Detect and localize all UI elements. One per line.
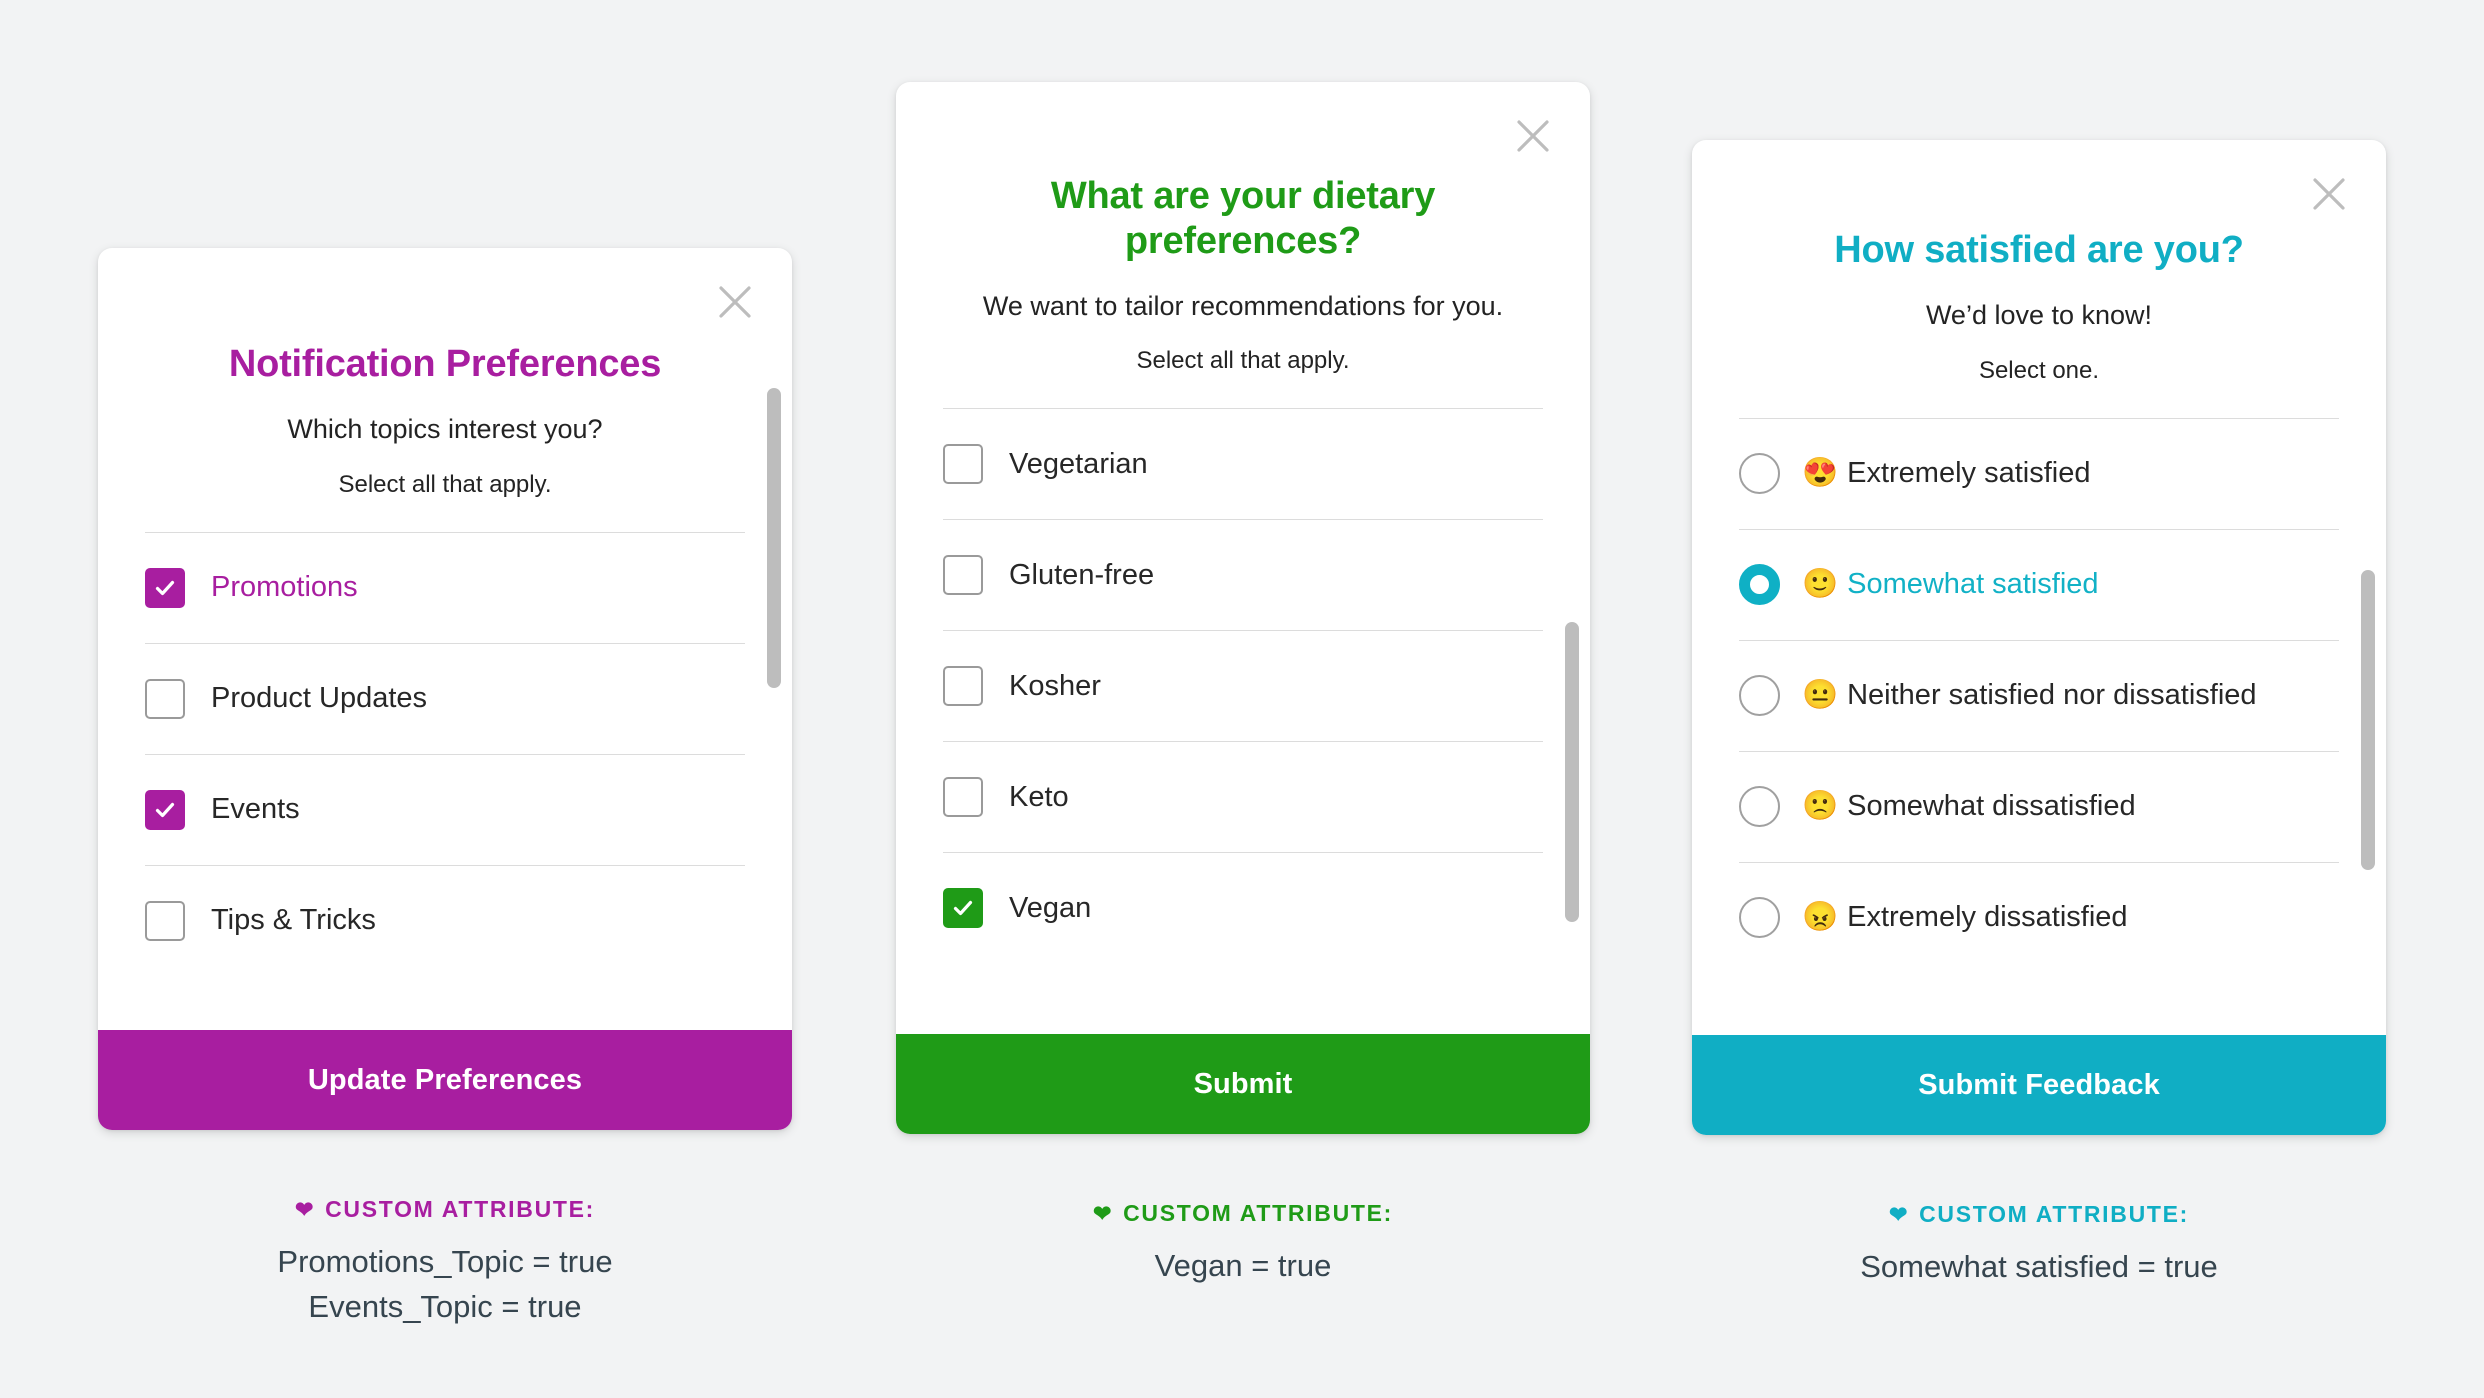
custom-attribute-heading: ❤ CUSTOM ATTRIBUTE: [896,1200,1590,1227]
list-item[interactable]: 🙂 Somewhat satisfied [1739,528,2339,640]
option-label: Promotions [211,571,358,604]
card-subtitle: We want to tailor recommendations for yo… [982,290,1504,321]
page-title: What are your dietary preferences? [1050,175,1436,262]
checkbox-checked-icon[interactable] [943,888,983,929]
checkbox-unchecked-icon[interactable] [145,900,185,941]
option-label: Events [211,793,300,826]
heart-icon: ❤ [294,1196,316,1222]
option-label: Tips & Tricks [211,904,376,937]
custom-attribute-value: Vegan = true [1154,1248,1332,1283]
scrollbar-thumb[interactable] [767,388,781,688]
option-label: Gluten-free [1009,558,1155,591]
checkbox-checked-icon[interactable] [145,789,185,830]
card-body: Notification Preferences Which topics in… [98,248,792,1030]
slightly-smiling-face-emoji: 🙂 [1802,568,1839,601]
card-subtitle: We’d love to know! [1925,299,2153,330]
custom-attribute-value: Promotions_Topic = true [277,1244,613,1279]
submit-button[interactable]: Submit [896,1034,1590,1134]
list-item[interactable]: Vegetarian [943,408,1543,519]
option-label: Somewhat dissatisfied [1847,790,2136,823]
custom-attribute-value: Events_Topic = true [308,1288,582,1324]
option-label: Keto [1009,780,1069,813]
list-item[interactable]: 🙁 Somewhat dissatisfied [1739,750,2339,862]
list-item[interactable]: 😍 Extremely satisfied [1739,417,2339,529]
close-icon[interactable] [2305,170,2353,218]
slightly-frowning-face-emoji: 🙁 [1802,790,1839,823]
list-item[interactable]: 😐 Neither satisfied nor dissatisfied [1739,639,2339,751]
list-item[interactable]: Events [145,753,745,865]
list-item[interactable]: 😠 Extremely dissatisfied [1739,861,2339,973]
list-item[interactable]: Gluten-free [943,519,1543,630]
list-item[interactable]: Kosher [943,630,1543,741]
option-label: Vegan [1009,891,1092,924]
custom-attribute-caption: ❤ CUSTOM ATTRIBUTE: Vegan = true [896,1200,1590,1287]
list-item[interactable]: Keto [943,741,1543,852]
neutral-face-emoji: 😐 [1802,679,1839,712]
custom-attribute-heading: ❤ CUSTOM ATTRIBUTE: [1692,1201,2386,1228]
page-canvas: Notification Preferences Which topics in… [0,0,2484,1398]
scrollbar-thumb[interactable] [2361,570,2375,870]
satisfaction-survey-card: How satisfied are you? We’d love to know… [1692,140,2386,1135]
custom-attribute-value: Somewhat satisfied = true [1860,1249,2218,1284]
radio-unselected-icon[interactable] [1739,786,1780,828]
custom-attribute-heading-label: CUSTOM ATTRIBUTE: [325,1196,596,1222]
close-icon[interactable] [711,278,759,326]
option-label: Neither satisfied nor dissatisfied [1847,679,2257,712]
radio-unselected-icon[interactable] [1739,897,1780,939]
custom-attribute-heading-label: CUSTOM ATTRIBUTE: [1919,1201,2190,1227]
list-item[interactable]: Tips & Tricks [145,864,745,976]
radio-unselected-icon[interactable] [1739,675,1780,717]
smiling-face-with-hearts-emoji: 😍 [1802,457,1839,490]
card-body: How satisfied are you? We’d love to know… [1692,140,2386,1035]
page-title: How satisfied are you? [1834,229,2244,271]
close-icon[interactable] [1509,112,1557,160]
scrollbar-thumb[interactable] [1565,622,1579,922]
checkbox-option-list: Vegetarian Gluten-free Kosher Keto Vegan [943,408,1543,963]
submit-feedback-button[interactable]: Submit Feedback [1692,1035,2386,1135]
custom-attribute-caption: ❤ CUSTOM ATTRIBUTE: Promotions_Topic = t… [98,1196,792,1328]
card-hint: Select all that apply. [1136,347,1350,375]
card-column-dietary-preferences: What are your dietary preferences? We wa… [896,82,1590,1287]
custom-attribute-heading-label: CUSTOM ATTRIBUTE: [1123,1200,1394,1226]
card-column-satisfaction-survey: How satisfied are you? We’d love to know… [1692,140,2386,1288]
option-label: Extremely satisfied [1847,457,2091,490]
list-item[interactable]: Promotions [145,531,745,643]
option-label: Somewhat satisfied [1847,568,2099,601]
angry-face-emoji: 😠 [1802,901,1839,934]
checkbox-unchecked-icon[interactable] [943,444,983,485]
radio-option-list: 😍 Extremely satisfied 🙂 Somewhat satisfi… [1739,417,2339,973]
option-label: Vegetarian [1009,447,1148,480]
checkbox-unchecked-icon[interactable] [943,666,983,707]
option-label: Product Updates [211,682,428,715]
checkbox-unchecked-icon[interactable] [145,678,185,719]
list-item[interactable]: Product Updates [145,642,745,754]
update-preferences-button[interactable]: Update Preferences [98,1030,792,1130]
radio-selected-icon[interactable] [1739,564,1780,606]
checkbox-unchecked-icon[interactable] [943,777,983,818]
dietary-preferences-card: What are your dietary preferences? We wa… [896,82,1590,1134]
heart-icon: ❤ [1092,1200,1114,1226]
card-hint: Select all that apply. [338,470,552,498]
list-item[interactable]: Vegan [943,852,1543,963]
custom-attribute-caption: ❤ CUSTOM ATTRIBUTE: Somewhat satisfied =… [1692,1201,2386,1288]
checkbox-option-list: Promotions Product Updates Events Tips &… [145,531,745,976]
card-subtitle: Which topics interest you? [287,413,603,444]
page-title: Notification Preferences [228,343,662,385]
card-hint: Select one. [1978,356,2100,384]
checkbox-checked-icon[interactable] [145,567,185,608]
option-label: Kosher [1009,669,1101,702]
custom-attribute-heading: ❤ CUSTOM ATTRIBUTE: [98,1196,792,1223]
checkbox-unchecked-icon[interactable] [943,555,983,596]
option-label: Extremely dissatisfied [1847,901,2128,934]
card-column-notification-preferences: Notification Preferences Which topics in… [98,248,792,1328]
notification-preferences-card: Notification Preferences Which topics in… [98,248,792,1130]
radio-unselected-icon[interactable] [1739,453,1780,495]
card-body: What are your dietary preferences? We wa… [896,82,1590,1034]
heart-icon: ❤ [1888,1201,1910,1227]
